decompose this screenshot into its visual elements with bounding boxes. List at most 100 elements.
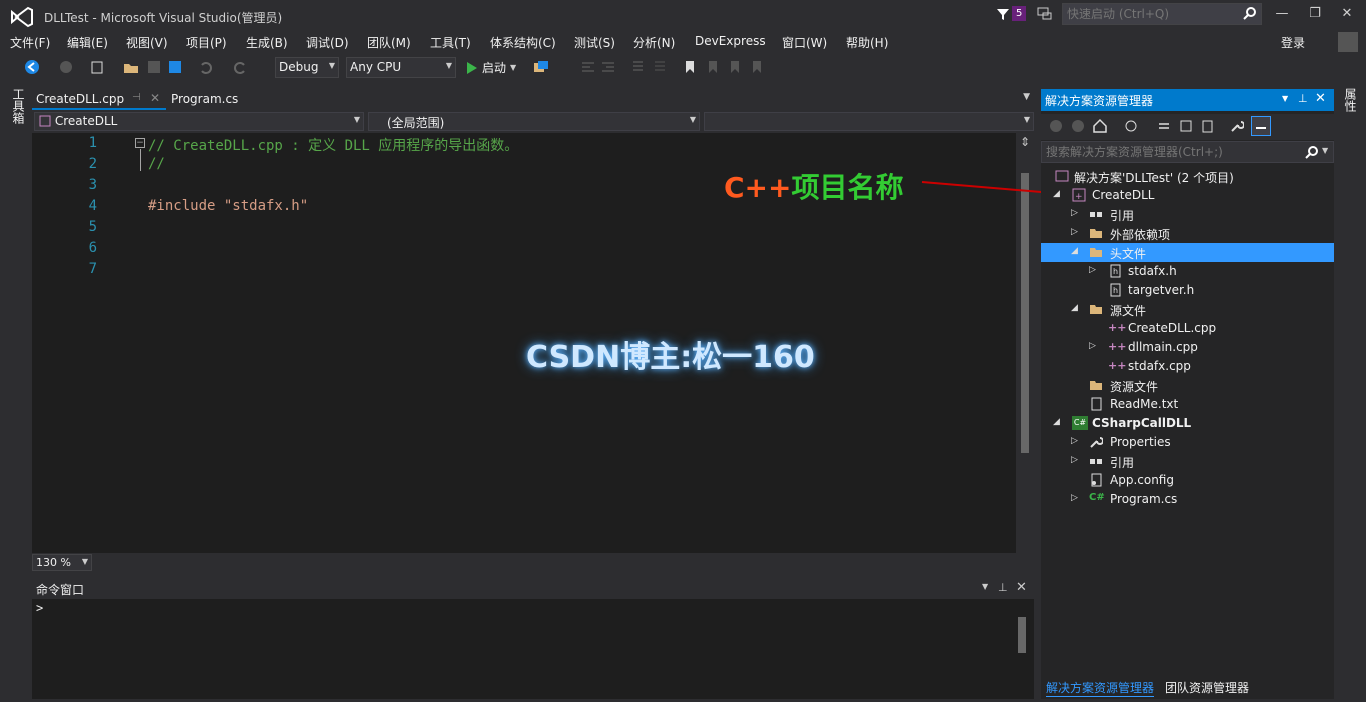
home-icon[interactable] [1092, 118, 1108, 134]
collapsed-icon[interactable]: ▷ [1071, 455, 1078, 465]
feedback-icon[interactable] [1037, 6, 1053, 22]
restore-button[interactable]: ❐ [1305, 6, 1325, 24]
menu-window[interactable]: 窗口(W) [782, 34, 827, 51]
tree-item-createdll-project[interactable]: ◢ + CreateDLL [1041, 186, 1334, 205]
tree-item-stdafx-cpp[interactable]: ++ stdafx.cpp [1041, 357, 1334, 376]
menu-tools[interactable]: 工具(T) [430, 34, 471, 51]
tab-createdll-cpp[interactable]: CreateDLL.cpp ⊣ ✕ [32, 89, 166, 110]
solution-search-box[interactable]: ▼ [1041, 141, 1334, 163]
avatar[interactable] [1338, 32, 1358, 52]
tree-item-resource-files[interactable]: 资源文件 [1041, 376, 1334, 395]
chevron-down-icon[interactable]: ▼ [1322, 146, 1328, 155]
menu-file[interactable]: 文件(F) [10, 34, 50, 51]
quick-launch-box[interactable] [1062, 3, 1262, 25]
sync-icon[interactable] [1157, 119, 1171, 133]
save-all-icon[interactable] [167, 59, 183, 75]
back-icon[interactable] [1049, 119, 1063, 133]
tree-item-properties[interactable]: ▷ Properties [1041, 433, 1334, 452]
menu-analyze[interactable]: 分析(N) [633, 34, 675, 51]
chevron-down-icon[interactable]: ▼ [982, 582, 988, 591]
collapse-all-icon[interactable] [1179, 119, 1193, 133]
forward-icon[interactable] [58, 59, 74, 75]
toolbox-tab[interactable]: 工具箱 [10, 88, 27, 124]
quick-launch-input[interactable] [1063, 4, 1233, 24]
tree-item-readme-txt[interactable]: ReadMe.txt [1041, 395, 1334, 414]
member-dropdown[interactable]: ▼ [704, 112, 1034, 131]
forward-icon[interactable] [1071, 119, 1085, 133]
login-link[interactable]: 登录 [1281, 34, 1305, 51]
menu-help[interactable]: 帮助(H) [846, 34, 888, 51]
collapsed-icon[interactable]: ▷ [1071, 208, 1078, 218]
redo-icon[interactable] [232, 59, 248, 75]
tree-item-solution[interactable]: 解决方案'DLLTest' (2 个项目) [1041, 167, 1334, 186]
bookmark-icon[interactable] [682, 59, 698, 75]
expanded-icon[interactable]: ◢ [1053, 189, 1060, 199]
menu-architecture[interactable]: 体系结构(C) [490, 34, 556, 51]
browser-link-icon[interactable] [533, 59, 549, 75]
tree-item-references[interactable]: ▷ 引用 [1041, 205, 1334, 224]
close-icon[interactable]: ✕ [150, 91, 160, 105]
chevron-down-icon[interactable]: ▼ [1023, 92, 1030, 102]
tree-item-program-cs[interactable]: ▷ C# Program.cs [1041, 490, 1334, 509]
tree-item-stdafx-h[interactable]: ▷ h stdafx.h [1041, 262, 1334, 281]
history-icon[interactable] [1124, 119, 1140, 133]
properties-tab[interactable]: 属性 [1342, 88, 1359, 112]
pin-icon[interactable]: ⊥ [1298, 92, 1308, 105]
notifications[interactable]: 5 [996, 6, 1027, 21]
collapsed-icon[interactable]: ▷ [1089, 341, 1096, 351]
configuration-select[interactable]: Debug ▼ [275, 57, 339, 78]
close-icon[interactable]: ✕ [1315, 91, 1326, 106]
menu-devexpress[interactable]: DevExpress [695, 34, 766, 48]
close-window-button[interactable]: ✕ [1337, 6, 1357, 24]
menu-project[interactable]: 项目(P) [186, 34, 227, 51]
scope-dropdown[interactable]: (全局范围) ▼ [368, 112, 700, 131]
chevron-down-icon[interactable]: ▼ [1282, 94, 1288, 103]
tree-item-dllmain-cpp[interactable]: ▷ ++ dllmain.cpp [1041, 338, 1334, 357]
uncomment-icon[interactable] [652, 59, 668, 75]
next-bookmark-icon[interactable] [727, 59, 743, 75]
search-icon[interactable] [1305, 145, 1319, 159]
tree-item-createdll-cpp[interactable]: ++ CreateDLL.cpp [1041, 319, 1334, 338]
open-file-icon[interactable] [123, 59, 139, 75]
close-icon[interactable]: ✕ [1016, 580, 1027, 595]
tab-program-cs[interactable]: Program.cs [171, 92, 238, 106]
menu-view[interactable]: 视图(V) [126, 34, 168, 51]
solution-search-input[interactable] [1042, 142, 1292, 162]
minimize-button[interactable]: — [1272, 6, 1292, 24]
platform-select[interactable]: Any CPU ▼ [346, 57, 456, 78]
preview-toggle[interactable] [1251, 116, 1271, 136]
menu-debug[interactable]: 调试(D) [306, 34, 349, 51]
collapsed-icon[interactable]: ▷ [1071, 227, 1078, 237]
collapsed-icon[interactable]: ▷ [1071, 436, 1078, 446]
expanded-icon[interactable]: ◢ [1053, 417, 1060, 427]
tab-solution-explorer[interactable]: 解决方案资源管理器 [1046, 679, 1155, 697]
undo-icon[interactable] [198, 59, 214, 75]
back-icon[interactable] [24, 59, 40, 75]
pin-icon[interactable]: ⊥ [998, 581, 1008, 594]
tree-item-source-files[interactable]: ◢ 源文件 [1041, 300, 1334, 319]
tree-item-external-deps[interactable]: ▷ 外部依赖项 [1041, 224, 1334, 243]
expanded-icon[interactable]: ◢ [1071, 246, 1078, 256]
tree-item-header-files[interactable]: ◢ 头文件 [1041, 243, 1334, 262]
comment-icon[interactable] [630, 59, 646, 75]
menu-build[interactable]: 生成(B) [246, 34, 288, 51]
project-dropdown[interactable]: CreateDLL ▼ [34, 112, 364, 131]
tree-item-targetver-h[interactable]: h targetver.h [1041, 281, 1334, 300]
collapsed-icon[interactable]: ▷ [1089, 265, 1096, 275]
horizontal-scrollbar[interactable] [95, 554, 1015, 571]
align-icon[interactable] [580, 59, 596, 75]
start-debugging-button[interactable]: 启动 ▼ [466, 59, 516, 76]
tab-team-explorer[interactable]: 团队资源管理器 [1165, 679, 1249, 696]
collapse-toggle[interactable]: − [135, 138, 145, 148]
menu-edit[interactable]: 编辑(E) [67, 34, 108, 51]
scrollbar-thumb[interactable] [1021, 173, 1029, 453]
save-icon[interactable] [146, 59, 162, 75]
tree-item-app-config[interactable]: App.config [1041, 471, 1334, 490]
prev-bookmark-icon[interactable] [705, 59, 721, 75]
expanded-icon[interactable]: ◢ [1071, 303, 1078, 313]
menu-test[interactable]: 测试(S) [574, 34, 615, 51]
menu-team[interactable]: 团队(M) [367, 34, 411, 51]
command-window-body[interactable]: > [32, 599, 1034, 699]
clear-bookmarks-icon[interactable] [749, 59, 765, 75]
tree-item-csharpcalldll-project[interactable]: ◢ C# CSharpCallDLL [1041, 414, 1334, 433]
